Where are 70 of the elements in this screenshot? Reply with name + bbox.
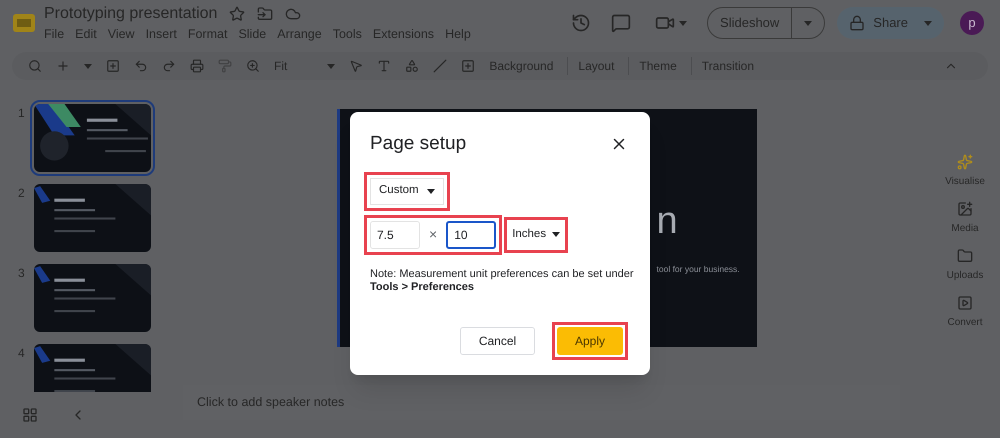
menu-item[interactable]: Format [188, 26, 228, 42]
undo-icon[interactable] [134, 59, 148, 73]
pointer-icon[interactable] [349, 59, 364, 73]
cancel-button[interactable]: Cancel [460, 327, 535, 355]
caret-icon [426, 188, 435, 194]
share-button[interactable]: Share [837, 7, 944, 39]
folder-icon[interactable] [956, 248, 973, 264]
search-icon[interactable] [28, 59, 42, 73]
menu-item[interactable]: Arrange [277, 26, 322, 42]
play-icon[interactable] [956, 295, 973, 311]
menu-item[interactable]: View [108, 26, 135, 42]
zoom-icon[interactable] [246, 59, 260, 73]
side-panel-label[interactable]: Visualise [945, 174, 985, 189]
note-text: Note: Measurement unit preferences can be set under Tools > Preferences [370, 268, 635, 294]
slide-title: n [656, 201, 679, 241]
line-icon[interactable] [433, 59, 448, 73]
redo-icon[interactable] [162, 59, 176, 73]
caret-icon [552, 232, 560, 237]
comment-icon[interactable] [611, 13, 632, 33]
menu-item[interactable]: Help [445, 26, 471, 42]
toolbar-button[interactable]: Theme [628, 57, 677, 75]
caret-icon [679, 20, 688, 26]
caret-icon [84, 64, 92, 68]
slides-logo-icon[interactable] [12, 11, 36, 35]
new-slide-icon[interactable] [106, 59, 120, 73]
slide-number: 3 [18, 265, 24, 282]
times-sign: × [429, 225, 438, 244]
toolbar-button[interactable]: Transition [690, 57, 754, 75]
print-icon[interactable] [190, 59, 204, 73]
dimension-field[interactable]: 7.5 [370, 220, 420, 248]
plus-icon[interactable] [56, 59, 70, 73]
slide-subtitle: tool for your business. [656, 263, 741, 276]
history-icon[interactable] [571, 13, 592, 33]
folder-icon[interactable] [257, 6, 274, 22]
dialog-title: Page setup [370, 132, 466, 156]
menu-item[interactable]: Tools [332, 26, 362, 42]
toolbar-button[interactable]: Background [489, 57, 554, 75]
slide-thumbnail[interactable] [34, 344, 151, 392]
zoom-select[interactable]: Fit [274, 57, 336, 75]
lock-icon [849, 15, 866, 31]
menu-item[interactable]: Insert [146, 26, 177, 42]
caret-icon [924, 20, 932, 26]
document-title[interactable]: Prototyping presentation [44, 4, 218, 24]
slide-thumbnail[interactable] [34, 184, 151, 252]
menu-item[interactable]: Edit [75, 26, 97, 42]
side-panel-label[interactable]: Uploads [946, 268, 984, 283]
avatar[interactable]: p [960, 11, 984, 35]
apply-button[interactable]: Apply [557, 327, 623, 355]
image-icon[interactable] [957, 201, 973, 217]
side-panel-label[interactable]: Convert [947, 315, 982, 330]
cloud-icon[interactable] [285, 6, 302, 22]
unit-dropdown[interactable]: Inches [510, 222, 562, 246]
caret-icon [327, 64, 336, 68]
slide-number: 1 [18, 105, 24, 122]
side-panel-label[interactable]: Media [951, 221, 979, 236]
menu-item[interactable]: File [44, 26, 64, 42]
slide-number: 2 [18, 185, 24, 202]
caret-icon [804, 20, 812, 26]
dimension-field[interactable]: 10 [446, 220, 496, 248]
toolbar-button[interactable]: Layout [567, 57, 614, 75]
text-box-icon[interactable] [377, 59, 392, 73]
shapes-icon[interactable] [405, 59, 420, 73]
sparkle-icon[interactable] [957, 154, 973, 170]
slide-number: 4 [18, 345, 24, 362]
grid-view-icon[interactable] [22, 407, 38, 423]
star-icon[interactable] [229, 6, 246, 22]
menu-item[interactable]: Slide [238, 26, 266, 42]
comment-add-icon[interactable] [461, 59, 476, 73]
menu-item[interactable]: Extensions [372, 26, 434, 42]
slide-thumbnail[interactable] [34, 264, 151, 332]
